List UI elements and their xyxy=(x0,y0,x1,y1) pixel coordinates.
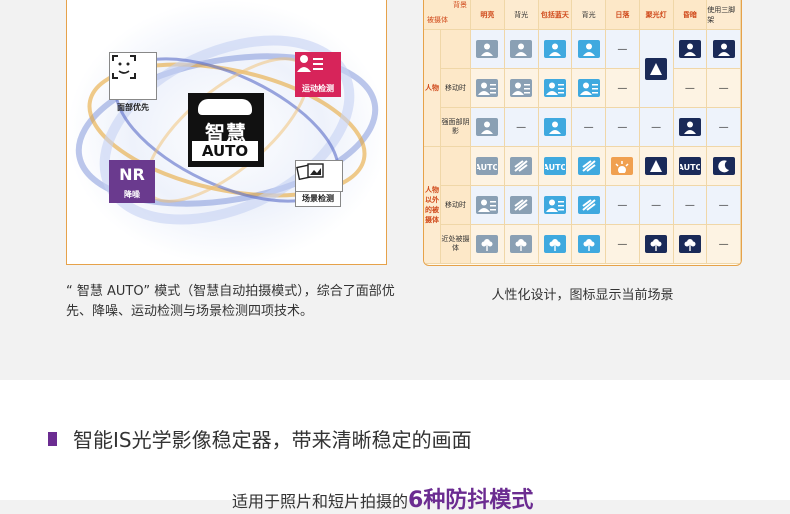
smart-auto-logo: 智慧 AUTO xyxy=(188,93,264,167)
empty-scene-cell: — xyxy=(504,108,539,147)
scene-table-caption: 人性化设计，图标显示当前场景 xyxy=(491,288,674,303)
empty-scene-cell: — xyxy=(707,108,741,147)
feature-section-top: 面部优先 运动检测 NR 降噪 场景检测 智慧 AUTO “ 智慧 AUTO” … xyxy=(0,0,790,380)
row-label-people-moving: 移动时 xyxy=(441,69,471,108)
scene-grid: 背景 被摄体 明亮 背光 包括蓝天 背光 日落 聚光灯 昏暗 使用三脚架 人物 … xyxy=(424,0,741,264)
col-header-dark: 昏暗 xyxy=(673,0,708,30)
empty-scene-cell: — xyxy=(673,69,708,108)
scene-mode-icon xyxy=(504,147,539,186)
col-header-backlit: 背光 xyxy=(504,0,539,30)
scene-mode-icon xyxy=(504,186,539,225)
scene-mode-icon xyxy=(538,108,573,147)
scene-mode-icon xyxy=(504,225,539,264)
scene-mode-icon xyxy=(673,225,708,264)
scene-mode-icon xyxy=(538,186,573,225)
heading-marker xyxy=(48,431,57,446)
scene-mode-icon xyxy=(639,225,674,264)
scene-mode-icon: AUTO xyxy=(471,147,505,186)
empty-scene-cell: — xyxy=(606,30,640,69)
hand-icon xyxy=(198,99,252,115)
scene-mode-icon xyxy=(538,225,573,264)
scene-mode-icon xyxy=(673,30,708,69)
empty-scene-cell: — xyxy=(606,69,640,108)
row-label-object-moving: 移动时 xyxy=(441,186,471,225)
col-header-bright: 明亮 xyxy=(471,0,505,30)
noise-reduction-badge: NR 降噪 xyxy=(109,160,155,203)
empty-scene-cell: — xyxy=(707,186,741,225)
scene-mode-icon xyxy=(572,69,606,108)
scene-mode-icon xyxy=(471,69,505,108)
row-label-people-shadow: 强面部阴影 xyxy=(441,108,471,147)
scene-mode-icon xyxy=(538,69,573,108)
empty-scene-cell: — xyxy=(673,186,708,225)
row-label-people-normal xyxy=(441,30,471,69)
empty-scene-cell: — xyxy=(707,225,741,264)
motion-person-icon xyxy=(295,52,341,82)
col-header-backlit-2: 背光 xyxy=(572,0,606,30)
scene-mode-icon xyxy=(606,147,640,186)
empty-scene-cell: — xyxy=(606,108,640,147)
scene-mode-icon xyxy=(572,186,606,225)
spotlight-scene-icon xyxy=(639,30,674,108)
empty-scene-cell: — xyxy=(572,108,606,147)
row-label-object-normal xyxy=(441,147,471,186)
scene-mode-icon xyxy=(707,30,741,69)
scene-mode-icon xyxy=(471,225,505,264)
col-header-sunset: 日落 xyxy=(606,0,640,30)
scene-mode-icon: AUTO xyxy=(673,147,708,186)
col-header-blue-sky: 包括蓝天 xyxy=(538,0,573,30)
group-label-non-people: 人物以外的被摄体 xyxy=(424,147,441,264)
empty-scene-cell: — xyxy=(639,108,674,147)
scene-mode-icon xyxy=(504,69,539,108)
smart-auto-illustration: 面部优先 运动检测 NR 降噪 场景检测 智慧 AUTO xyxy=(66,0,387,265)
scene-mode-icon xyxy=(572,225,606,264)
motion-detect-badge: 运动检测 xyxy=(295,52,341,97)
scene-mode-icon xyxy=(471,186,505,225)
scene-icon-table: 背景 被摄体 明亮 背光 包括蓝天 背光 日落 聚光灯 昏暗 使用三脚架 人物 … xyxy=(423,0,742,266)
scene-mode-icon xyxy=(707,147,741,186)
col-header-spotlight: 聚光灯 xyxy=(639,0,674,30)
scene-mode-icon xyxy=(538,30,573,69)
svg-text:AUTO: AUTO xyxy=(680,163,700,172)
svg-text:AUTO: AUTO xyxy=(545,163,565,172)
scene-mode-icon xyxy=(673,108,708,147)
scene-detect-badge: 场景检测 xyxy=(295,160,343,207)
face-icon xyxy=(109,52,157,100)
scene-mode-icon xyxy=(471,30,505,69)
empty-scene-cell: — xyxy=(639,186,674,225)
scene-photos-icon xyxy=(295,160,343,192)
empty-scene-cell: — xyxy=(606,225,640,264)
group-label-people: 人物 xyxy=(424,30,441,147)
smart-auto-caption: “ 智慧 AUTO” 模式（智慧自动拍摄模式），综合了面部优先、降噪、运动检测与… xyxy=(66,284,395,319)
table-corner: 背景 被摄体 xyxy=(424,0,471,30)
scene-mode-icon xyxy=(639,147,674,186)
scene-mode-icon xyxy=(572,30,606,69)
scene-mode-icon xyxy=(504,30,539,69)
scene-mode-icon xyxy=(572,147,606,186)
svg-text:AUTO: AUTO xyxy=(477,163,497,172)
scene-mode-icon: AUTO xyxy=(538,147,573,186)
empty-scene-cell: — xyxy=(606,186,640,225)
stabilizer-subline: 适用于照片和短片拍摄的6种防抖模式 xyxy=(232,488,534,513)
empty-scene-cell: — xyxy=(707,69,741,108)
col-header-tripod: 使用三脚架 xyxy=(707,0,741,30)
stabilizer-heading: 智能IS光学影像稳定器，带来清晰稳定的画面 xyxy=(48,424,472,453)
row-label-object-close: 近处被摄体 xyxy=(441,225,471,264)
scene-mode-icon xyxy=(471,108,505,147)
face-priority-badge: 面部优先 xyxy=(109,52,157,113)
